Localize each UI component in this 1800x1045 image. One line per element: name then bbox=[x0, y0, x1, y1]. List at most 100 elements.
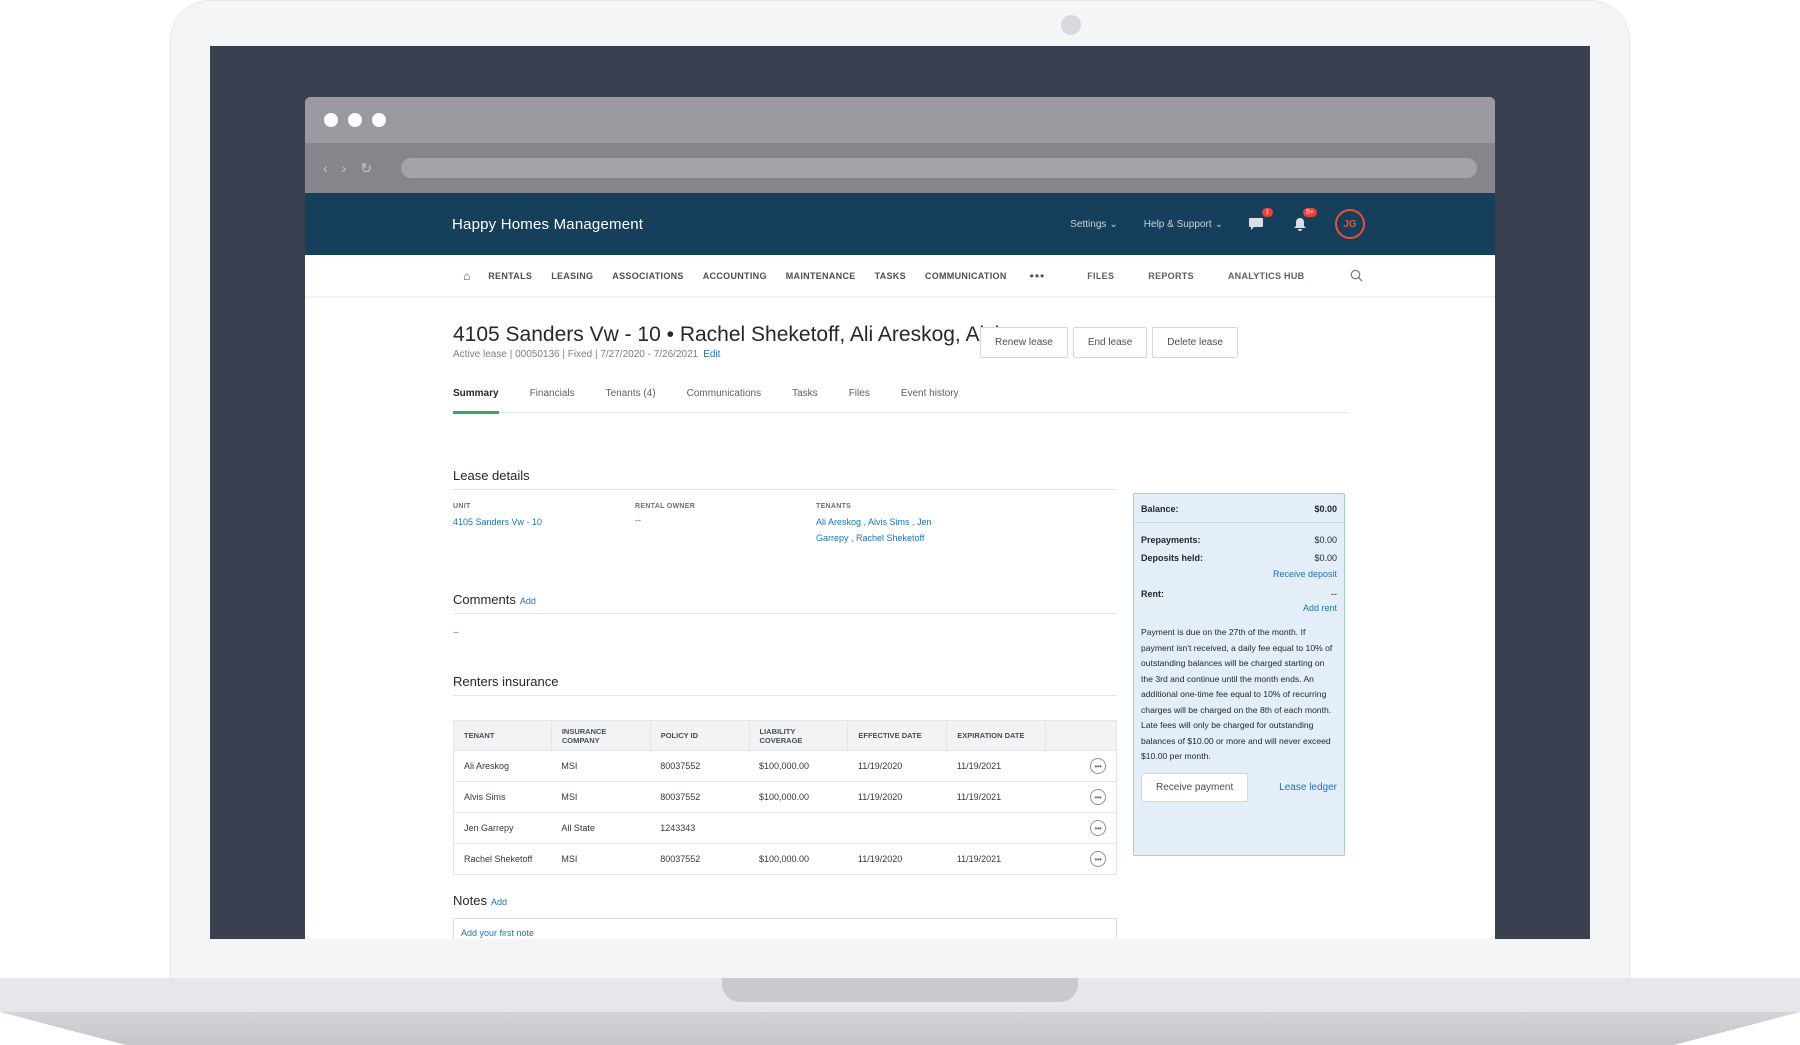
cell-effective: 11/19/2020 bbox=[847, 750, 947, 782]
messages-button[interactable]: 1 bbox=[1245, 208, 1273, 235]
add-note-link[interactable]: Add bbox=[491, 897, 507, 907]
cell-policy: 80037552 bbox=[650, 843, 750, 875]
lease-tabs: Summary Financials Tenants (4) Communica… bbox=[453, 385, 1348, 414]
col-actions bbox=[1045, 720, 1117, 751]
camera-icon bbox=[1061, 15, 1081, 35]
notifications-button[interactable]: 5+ bbox=[1289, 208, 1317, 235]
rental-owner-value: -- bbox=[635, 515, 641, 525]
add-note-box[interactable]: Add your first note bbox=[453, 918, 1117, 939]
app-header: Happy Homes Management Settings ⌄ Help &… bbox=[305, 193, 1495, 255]
delete-lease-button[interactable]: Delete lease bbox=[1152, 327, 1238, 358]
prepayments-label: Prepayments: bbox=[1141, 535, 1201, 545]
nav-reports[interactable]: REPORTS bbox=[1148, 271, 1194, 281]
search-icon[interactable] bbox=[1350, 269, 1363, 282]
cell-tenant: Rachel Sheketoff bbox=[453, 843, 552, 875]
more-options-icon[interactable]: ••• bbox=[1090, 758, 1106, 774]
nav-rentals[interactable]: RENTALS bbox=[488, 271, 532, 281]
browser-window: ‹ › ↻ Happy Homes Management Settings ⌄ … bbox=[305, 97, 1495, 939]
edit-lease-link[interactable]: Edit bbox=[703, 349, 720, 360]
renew-lease-button[interactable]: Renew lease bbox=[980, 327, 1068, 358]
more-options-icon[interactable]: ••• bbox=[1090, 789, 1106, 805]
comments-value: -- bbox=[453, 627, 459, 637]
table-row: Jen Garrepy All State 1243343 ••• bbox=[453, 812, 1117, 844]
cell-actions: ••• bbox=[1045, 812, 1117, 844]
nav-communication[interactable]: COMMUNICATION bbox=[925, 271, 1007, 281]
balance-row: Balance: $0.00 bbox=[1141, 504, 1337, 514]
forward-arrow-icon[interactable]: › bbox=[342, 160, 347, 177]
nav-files[interactable]: FILES bbox=[1087, 271, 1114, 281]
app-title[interactable]: Happy Homes Management bbox=[452, 216, 1044, 233]
deposits-value: $0.00 bbox=[1314, 553, 1337, 563]
tab-tenants[interactable]: Tenants (4) bbox=[606, 385, 656, 412]
cell-expiration: 11/19/2021 bbox=[946, 750, 1046, 782]
comments-label: Comments bbox=[453, 592, 516, 607]
cell-company: All State bbox=[551, 812, 651, 844]
page-title: 4105 Sanders Vw - 10 • Rachel Sheketoff,… bbox=[453, 323, 1028, 346]
url-field[interactable] bbox=[401, 158, 1477, 178]
cell-policy: 80037552 bbox=[650, 781, 750, 813]
laptop-notch bbox=[722, 978, 1078, 1002]
comments-title: Comments Add bbox=[453, 592, 536, 607]
balance-card: Balance: $0.00 Prepayments: $0.00 Deposi… bbox=[1133, 493, 1345, 856]
prepayments-row: Prepayments: $0.00 bbox=[1141, 535, 1337, 545]
window-minimize-dot[interactable] bbox=[348, 113, 362, 127]
col-insurance-company: INSURANCE COMPANY bbox=[550, 720, 651, 751]
help-support-menu[interactable]: Help & Support ⌄ bbox=[1144, 219, 1223, 230]
nav-more-icon[interactable]: ••• bbox=[1030, 269, 1046, 283]
messages-badge: 1 bbox=[1262, 208, 1273, 217]
browser-titlebar bbox=[305, 97, 1495, 143]
tab-files[interactable]: Files bbox=[849, 385, 870, 412]
cell-actions: ••• bbox=[1045, 781, 1117, 813]
col-policy-id: POLICY ID bbox=[649, 720, 750, 751]
lease-ledger-link[interactable]: Lease ledger bbox=[1279, 782, 1337, 793]
laptop-screen: ‹ › ↻ Happy Homes Management Settings ⌄ … bbox=[210, 46, 1590, 939]
settings-label: Settings bbox=[1070, 218, 1107, 230]
cell-coverage: $100,000.00 bbox=[749, 781, 848, 813]
receive-payment-button[interactable]: Receive payment bbox=[1141, 772, 1249, 802]
lease-actions: Renew lease End lease Delete lease bbox=[980, 327, 1238, 358]
renters-insurance-table: TENANT INSURANCE COMPANY POLICY ID LIABI… bbox=[453, 720, 1117, 875]
settings-menu[interactable]: Settings ⌄ bbox=[1070, 219, 1118, 230]
tab-communications[interactable]: Communications bbox=[687, 385, 761, 412]
more-options-icon[interactable]: ••• bbox=[1090, 820, 1106, 836]
notes-title: Notes Add bbox=[453, 893, 507, 908]
nav-tasks[interactable]: TASKS bbox=[875, 271, 906, 281]
notifications-badge: 5+ bbox=[1303, 208, 1317, 217]
nav-analytics-hub[interactable]: ANALYTICS HUB bbox=[1228, 271, 1305, 281]
unit-link[interactable]: 4105 Sanders Vw - 10 bbox=[453, 515, 542, 530]
cell-coverage: $100,000.00 bbox=[749, 750, 848, 782]
add-rent-link[interactable]: Add rent bbox=[1141, 603, 1337, 613]
tenants-line-1[interactable]: Ali Areskog , Alvis Sims , Jen bbox=[816, 515, 932, 530]
add-comment-link[interactable]: Add bbox=[520, 596, 536, 606]
nav-maintenance[interactable]: MAINTENANCE bbox=[786, 271, 856, 281]
lease-details-title: Lease details bbox=[453, 468, 530, 483]
reload-icon[interactable]: ↻ bbox=[360, 160, 372, 177]
tab-summary[interactable]: Summary bbox=[453, 385, 499, 414]
lease-page: 4105 Sanders Vw - 10 • Rachel Sheketoff,… bbox=[305, 297, 1495, 939]
back-arrow-icon[interactable]: ‹ bbox=[323, 160, 328, 177]
table-row: Ali Areskog MSI 80037552 $100,000.00 11/… bbox=[453, 750, 1117, 782]
laptop-base bbox=[0, 978, 1800, 1045]
balance-label: Balance: bbox=[1141, 504, 1179, 514]
nav-accounting[interactable]: ACCOUNTING bbox=[703, 271, 767, 281]
nav-leasing[interactable]: LEASING bbox=[551, 271, 593, 281]
tab-financials[interactable]: Financials bbox=[530, 385, 575, 412]
lease-subtitle: Active lease | 00050136 | Fixed | 7/27/2… bbox=[453, 349, 720, 360]
bell-icon bbox=[1294, 217, 1306, 231]
more-options-icon[interactable]: ••• bbox=[1090, 851, 1106, 867]
cell-effective: 11/19/2020 bbox=[847, 781, 947, 813]
window-maximize-dot[interactable] bbox=[372, 113, 386, 127]
tab-tasks[interactable]: Tasks bbox=[792, 385, 818, 412]
rent-label: Rent: bbox=[1141, 589, 1164, 599]
cell-company: MSI bbox=[551, 781, 651, 813]
home-icon[interactable]: ⌂ bbox=[463, 269, 470, 283]
tenants-line-2[interactable]: Garrepy , Rachel Sheketoff bbox=[816, 531, 924, 546]
col-liability-coverage: LIABILITY COVERAGE bbox=[748, 720, 849, 751]
nav-associations[interactable]: ASSOCIATIONS bbox=[612, 271, 683, 281]
cell-company: MSI bbox=[551, 750, 651, 782]
user-avatar[interactable]: JG bbox=[1335, 209, 1365, 239]
window-close-dot[interactable] bbox=[324, 113, 338, 127]
receive-deposit-link[interactable]: Receive deposit bbox=[1141, 569, 1337, 579]
tab-event-history[interactable]: Event history bbox=[901, 385, 959, 412]
end-lease-button[interactable]: End lease bbox=[1072, 327, 1148, 358]
